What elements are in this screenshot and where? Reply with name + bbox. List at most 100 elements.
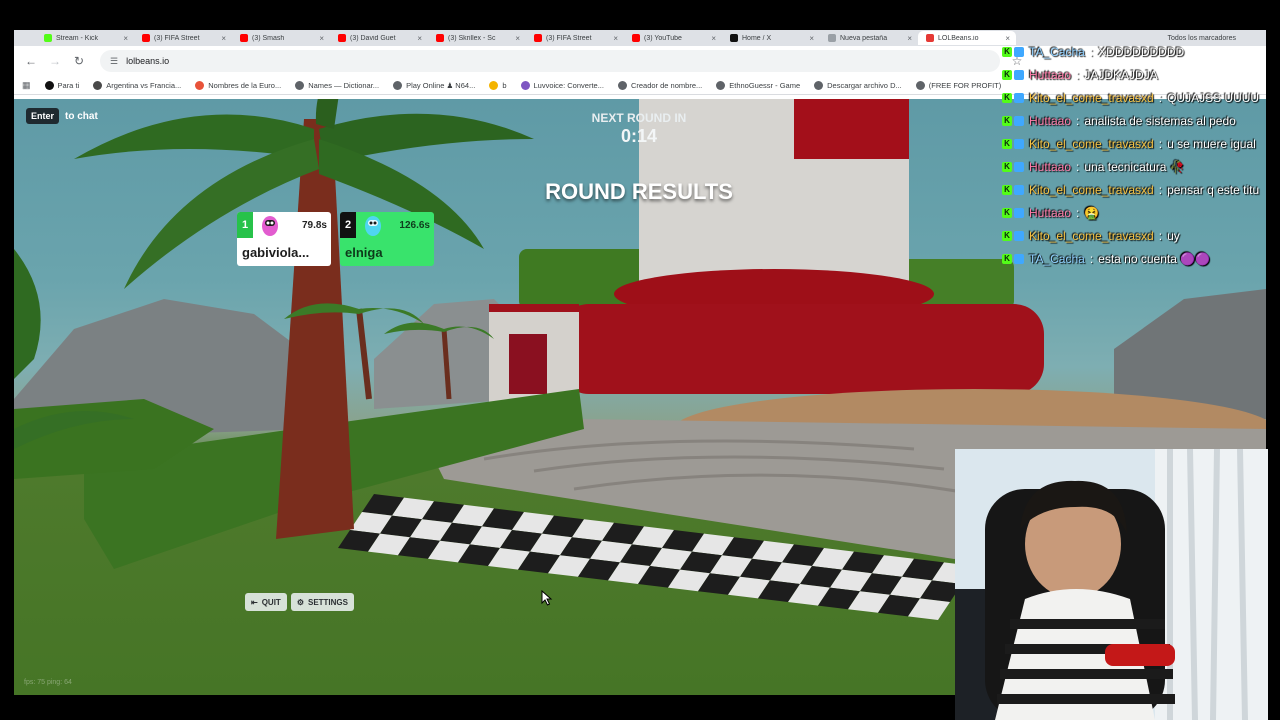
browser-tab[interactable]: Home / X ×: [722, 31, 820, 45]
bookmark-item[interactable]: EthnoGuessr - Game: [716, 80, 801, 90]
bookmark-label: Play Online ♟ N64...: [406, 80, 476, 90]
tab-favicon-icon: [44, 34, 52, 42]
quit-button[interactable]: ⇤ QUIT: [245, 593, 287, 611]
bookmark-item[interactable]: Play Online ♟ N64...: [393, 80, 476, 90]
game-menu-buttons: ⇤ QUIT ⚙ SETTINGS: [245, 593, 354, 611]
result-card-first: 1 79.8s gabiviola...: [237, 212, 331, 266]
tab-label: (3) Smash: [252, 34, 285, 42]
tab-close-icon[interactable]: ×: [221, 34, 232, 43]
address-bar[interactable]: ☰ lolbeans.io: [100, 50, 1000, 72]
site-info-icon[interactable]: ☰: [110, 56, 118, 67]
exit-icon: ⇤: [251, 597, 258, 607]
kick-badge-icon: K: [1002, 230, 1012, 241]
gear-icon: ⚙: [296, 597, 304, 607]
tab-favicon-icon: [632, 34, 640, 42]
chat-message: K Kito_el_come_travasxd: u se muere igual: [1002, 132, 1280, 155]
tab-close-icon[interactable]: ×: [515, 34, 526, 43]
bookmark-item[interactable]: Nombres de la Euro...: [195, 80, 282, 90]
tab-close-icon[interactable]: ×: [417, 34, 428, 43]
fps-counter: fps: 75 ping: 64: [24, 679, 72, 686]
tab-close-icon[interactable]: ×: [809, 34, 820, 43]
tab-favicon-icon: [730, 34, 738, 42]
stream-frame: Stream - Kick × (3) FIFA Street × (3) Smash ×…: [0, 0, 1280, 720]
bookmark-item[interactable]: (FREE FOR PROFIT): [915, 80, 1001, 90]
back-icon[interactable]: ←: [24, 54, 38, 68]
chat-message: K Huttaao: analista de sistemas al pedo: [1002, 109, 1280, 132]
browser-tab[interactable]: Nueva pestaña ×: [820, 31, 918, 45]
browser-tab[interactable]: (3) Smash ×: [232, 31, 330, 45]
bean-avatar-icon: [257, 214, 283, 236]
subscriber-badge-icon: [1014, 115, 1024, 126]
tab-close-icon[interactable]: ×: [123, 34, 134, 43]
kick-badge-icon: K: [1002, 184, 1012, 195]
subscriber-badge-icon: [1014, 138, 1024, 149]
round-results-title: ROUND RESULTS: [545, 179, 733, 204]
bookmark-label: EthnoGuessr - Game: [729, 80, 801, 90]
bookmark-item[interactable]: Names — Dictionar...: [295, 80, 379, 90]
rank-number: 2: [340, 212, 356, 238]
browser-tab[interactable]: (3) Skrillex - Sc ×: [428, 31, 526, 45]
subscriber-badge-icon: [1014, 230, 1024, 241]
chat-separator: :: [1076, 205, 1080, 220]
settings-button[interactable]: ⚙ SETTINGS: [290, 593, 354, 611]
chat-username: Kito_el_come_travasxd: [1029, 90, 1154, 105]
bookmark-item[interactable]: Argentina vs Francia...: [93, 80, 181, 90]
browser-tab[interactable]: Stream - Kick ×: [36, 31, 134, 45]
tab-close-icon[interactable]: ×: [907, 34, 918, 43]
tab-label: (3) Skrillex - Sc: [448, 34, 496, 42]
bookmark-item[interactable]: b: [489, 80, 507, 90]
browser-tab[interactable]: (3) FIFA Street ×: [526, 31, 624, 45]
reload-icon[interactable]: ↻: [72, 54, 86, 68]
bookmark-item[interactable]: Descargar archivo D...: [814, 80, 902, 90]
kick-badge-icon: K: [1002, 161, 1012, 172]
webcam-feed: [955, 449, 1268, 720]
browser-tab[interactable]: (3) YouTube ×: [624, 31, 722, 45]
apps-grid-icon[interactable]: ▦: [22, 80, 31, 91]
chat-separator: :: [1158, 90, 1163, 105]
rank-number: 1: [237, 212, 253, 238]
red-tier-base: [559, 304, 1044, 394]
chat-text: JAJDKAJDJA: [1084, 67, 1158, 82]
tab-label: Nueva pestaña: [840, 34, 888, 42]
bookmark-favicon-icon: [93, 80, 103, 90]
tab-label: Home / X: [742, 34, 772, 42]
tab-favicon-icon: [142, 34, 150, 42]
chat-text: una tecnicatura 🥀: [1084, 159, 1185, 174]
bookmark-label: Luvvoice: Converte...: [533, 80, 604, 90]
chat-username: Kito_el_come_travasxd: [1029, 228, 1154, 243]
bookmark-label: Descargar archivo D...: [827, 80, 902, 90]
tower-red-top: [794, 99, 909, 159]
chat-text: pensar q este titu: [1167, 182, 1260, 197]
tab-close-icon[interactable]: ×: [319, 34, 330, 43]
url-text: lolbeans.io: [126, 56, 170, 66]
chat-username: Kito_el_come_travasxd: [1029, 136, 1154, 151]
enter-key: Enter: [26, 108, 60, 124]
kick-badge-icon: K: [1002, 46, 1012, 57]
chat-username: Huttaao: [1029, 205, 1072, 220]
kick-badge-icon: K: [1002, 253, 1012, 264]
tab-close-icon[interactable]: ×: [613, 34, 624, 43]
tab-favicon-icon: [338, 34, 346, 42]
browser-tab[interactable]: (3) FIFA Street ×: [134, 31, 232, 45]
chat-message: K Huttaao: JAJDKAJDJA: [1002, 63, 1280, 86]
player-name: gabiviola...: [242, 244, 310, 260]
bookmark-label: Nombres de la Euro...: [208, 80, 282, 90]
bookmark-favicon-icon: [814, 80, 824, 90]
tab-close-icon[interactable]: ×: [711, 34, 722, 43]
mouse-cursor-icon: [541, 590, 553, 606]
bookmark-favicon-icon: [295, 80, 305, 90]
streamer-webcam-image: [955, 449, 1268, 720]
chat-hint: Enter to chat: [26, 108, 98, 124]
chat-message: K Kito_el_come_travasxd: uy: [1002, 224, 1280, 247]
bookmark-item[interactable]: Creador de nombre...: [617, 80, 702, 90]
browser-tab[interactable]: (3) David Guet ×: [330, 31, 428, 45]
subscriber-badge-icon: [1014, 92, 1024, 103]
bookmark-favicon-icon: [489, 80, 499, 90]
building-door: [509, 334, 547, 394]
bookmark-item[interactable]: Luvvoice: Converte...: [520, 80, 604, 90]
bookmark-item[interactable]: Para ti: [44, 80, 79, 90]
chat-separator: :: [1158, 228, 1163, 243]
chat-text: esta no cuenta 🟣🟣: [1098, 251, 1211, 266]
forward-icon[interactable]: →: [48, 54, 62, 68]
tab-label: LOLBeans.io: [938, 34, 979, 42]
